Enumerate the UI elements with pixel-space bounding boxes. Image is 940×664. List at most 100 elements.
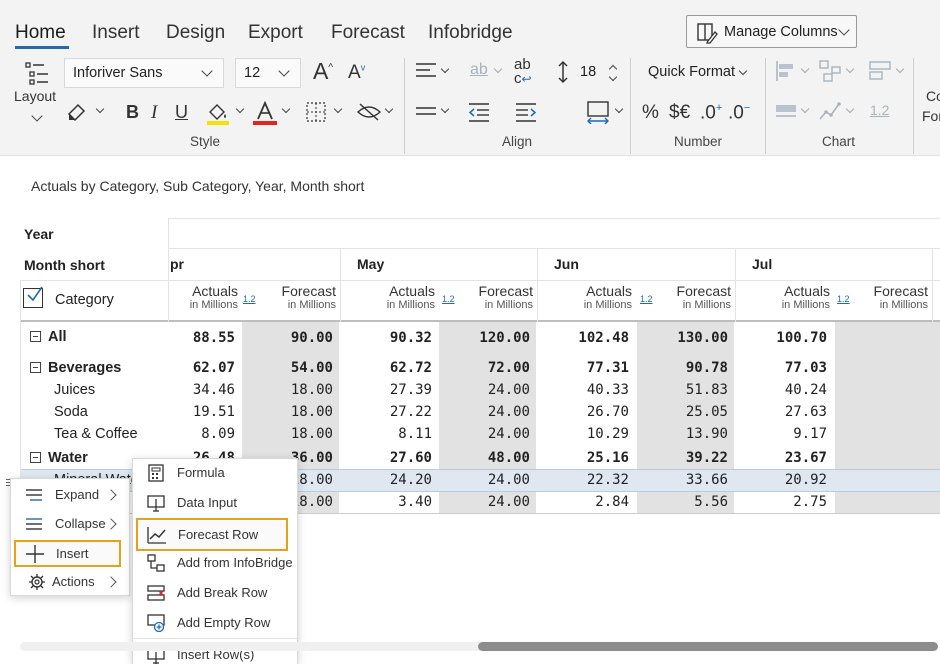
table-cell[interactable]: 3.40 — [342, 494, 432, 510]
table-cell[interactable]: 33.66 — [638, 472, 728, 488]
table-cell[interactable]: 23.67 — [737, 450, 827, 466]
table-cell[interactable]: 77.31 — [539, 360, 629, 376]
table-cell[interactable]: 24.00 — [440, 382, 530, 398]
font-color-icon[interactable] — [252, 100, 278, 126]
currency-icon[interactable]: $€ — [669, 103, 690, 122]
submenu-item-data-input[interactable]: Data Input — [133, 489, 297, 518]
fill-color-icon[interactable] — [205, 100, 231, 126]
table-cell[interactable]: 120.00 — [440, 330, 530, 346]
text-align-icon[interactable] — [414, 60, 438, 82]
table-cell[interactable]: 8.11 — [342, 426, 432, 442]
table-cell[interactable]: 9.17 — [737, 426, 827, 442]
table-cell[interactable]: 51.83 — [638, 382, 728, 398]
table-cell[interactable]: 20.92 — [737, 472, 827, 488]
table-cell[interactable]: 62.72 — [342, 360, 432, 376]
table-cell[interactable]: 100.70 — [737, 330, 827, 346]
column-header-forecast[interactable]: Forecast in Millions — [641, 283, 731, 311]
vertical-align-icon[interactable] — [414, 102, 438, 122]
month-header[interactable]: Jul — [752, 256, 772, 272]
table-cell[interactable]: 62.07 — [145, 360, 235, 376]
column-width-icon[interactable] — [585, 100, 611, 124]
decrease-indent-icon[interactable] — [467, 101, 491, 123]
collapse-icon[interactable] — [30, 331, 41, 342]
column-header-actuals[interactable]: Actuals in Millions — [740, 283, 830, 311]
underline-icon[interactable]: U — [175, 103, 188, 121]
table-cell[interactable]: 5.56 — [638, 494, 728, 510]
submenu-item-add-from-infobridge[interactable]: Add from InfoBridge — [133, 549, 297, 578]
table-cell[interactable]: 26.70 — [539, 404, 629, 420]
submenu-item-add-break-row[interactable]: Add Break Row — [133, 579, 297, 608]
overflow-group-label[interactable]: Co — [926, 88, 940, 104]
sparkline-icon[interactable] — [818, 100, 842, 122]
table-cell[interactable]: 25.05 — [638, 404, 728, 420]
borders-icon[interactable] — [305, 101, 327, 123]
table-cell[interactable]: 8.09 — [145, 426, 235, 442]
table-cell[interactable]: 88.55 — [145, 330, 235, 346]
font-family-select[interactable]: Inforiver Sans — [64, 58, 224, 88]
menu-item-collapse[interactable]: Collapse — [11, 510, 129, 539]
column-header-forecast[interactable]: Forecast in Millions — [443, 283, 533, 311]
increase-indent-icon[interactable] — [514, 101, 538, 123]
submenu-item-forecast-row[interactable]: Forecast Row — [136, 518, 288, 551]
tab-design[interactable]: Design — [166, 22, 225, 44]
table-cell[interactable]: 24.20 — [342, 472, 432, 488]
italic-icon[interactable]: I — [151, 103, 157, 122]
row-height-value[interactable]: 18 — [580, 64, 596, 80]
increase-font-icon[interactable]: A^ — [313, 60, 333, 83]
table-cell[interactable]: 40.33 — [539, 382, 629, 398]
hierarchy-chart-icon[interactable] — [818, 59, 842, 83]
column-header-forecast[interactable]: Forecast in Millions — [246, 283, 336, 311]
layout-button[interactable]: Layout — [12, 58, 62, 130]
format-painter-icon[interactable] — [66, 101, 88, 123]
table-cell[interactable]: 24.00 — [440, 426, 530, 442]
month-header[interactable]: May — [357, 256, 384, 272]
overflow-group-label[interactable]: For — [922, 108, 940, 124]
table-cell[interactable]: 18.00 — [243, 426, 333, 442]
table-cell[interactable]: 27.22 — [342, 404, 432, 420]
table-cell[interactable]: 130.00 — [638, 330, 728, 346]
table-cell[interactable]: 27.39 — [342, 382, 432, 398]
table-cell[interactable]: 40.24 — [737, 382, 827, 398]
table-cell[interactable]: 18.00 — [243, 404, 333, 420]
decrease-decimal-icon[interactable]: .0− — [728, 103, 750, 123]
table-cell[interactable]: 22.32 — [539, 472, 629, 488]
column-header-actuals[interactable]: Actuals in Millions — [542, 283, 632, 311]
horizontal-scrollbar[interactable] — [20, 642, 938, 651]
increase-decimal-icon[interactable]: .0+ — [700, 103, 722, 123]
chevron-down-icon[interactable] — [608, 72, 618, 82]
tab-infobridge[interactable]: Infobridge — [428, 22, 513, 44]
table-cell[interactable]: 39.22 — [638, 450, 728, 466]
tab-insert[interactable]: Insert — [92, 22, 140, 44]
table-cell[interactable]: 90.32 — [342, 330, 432, 346]
collapse-icon[interactable] — [30, 362, 41, 373]
table-cell[interactable]: 24.00 — [440, 404, 530, 420]
month-header[interactable]: Jun — [554, 256, 579, 272]
table-cell[interactable]: 13.90 — [638, 426, 728, 442]
table-cell[interactable]: 25.16 — [539, 450, 629, 466]
column-header-actuals[interactable]: Actuals in Millions — [148, 283, 238, 311]
bar-chart-icon[interactable] — [774, 60, 798, 82]
table-cell[interactable]: 2.75 — [737, 494, 827, 510]
decrease-font-icon[interactable]: Av — [348, 63, 365, 82]
column-chart-icon[interactable] — [774, 101, 798, 121]
table-cell[interactable]: 27.63 — [737, 404, 827, 420]
tab-export[interactable]: Export — [248, 22, 303, 44]
table-cell[interactable]: 24.00 — [440, 472, 530, 488]
wrap-text-icon[interactable]: ab c↩ — [514, 57, 532, 87]
table-cell[interactable]: 34.46 — [145, 382, 235, 398]
hide-icon[interactable] — [356, 101, 382, 123]
scrollbar-thumb[interactable] — [478, 642, 938, 651]
column-header-forecast[interactable]: Forecast in Millions — [838, 283, 928, 311]
table-cell[interactable]: 90.78 — [638, 360, 728, 376]
data-label-icon[interactable]: 1.2 — [870, 103, 889, 117]
collapse-icon[interactable] — [30, 452, 41, 463]
menu-item-insert[interactable]: Insert — [14, 540, 121, 567]
table-cell[interactable]: 90.00 — [243, 330, 333, 346]
font-size-select[interactable]: 12 — [235, 58, 301, 88]
text-overflow-icon[interactable]: ab — [470, 62, 488, 78]
table-cell[interactable]: 18.00 — [243, 382, 333, 398]
percent-icon[interactable]: % — [642, 103, 659, 122]
column-header-actuals[interactable]: Actuals in Millions — [345, 283, 435, 311]
table-cell[interactable]: 72.00 — [440, 360, 530, 376]
table-cell[interactable]: 2.84 — [539, 494, 629, 510]
